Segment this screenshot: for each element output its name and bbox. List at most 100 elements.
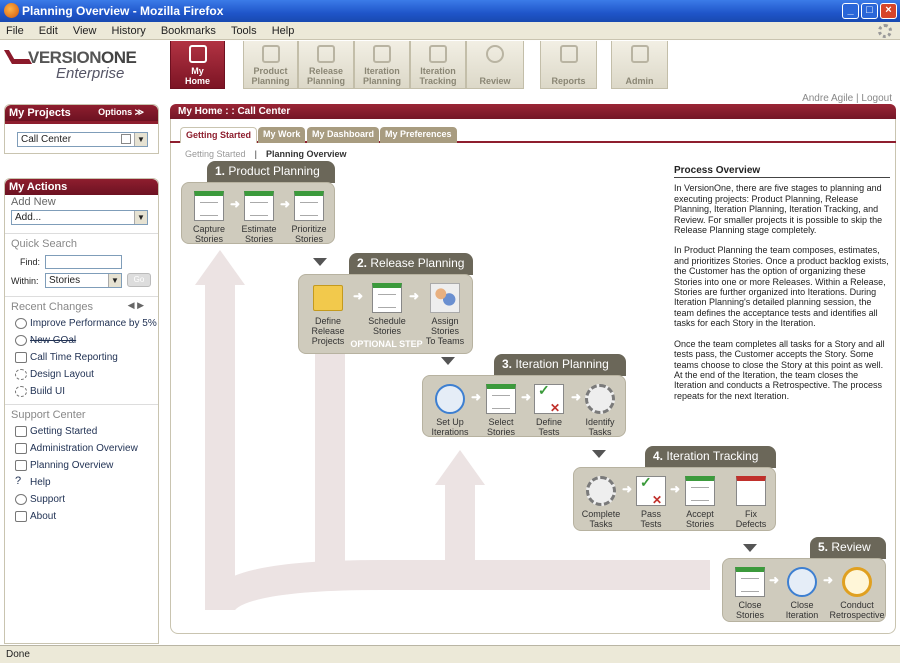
breadcrumb-separator: | — [254, 149, 257, 159]
refresh-icon — [435, 384, 465, 414]
nav-tab-admin[interactable]: Admin — [611, 41, 668, 89]
nav-tab-my-home[interactable]: My Home — [170, 41, 225, 89]
menu-file[interactable]: File — [0, 22, 30, 37]
arrow-down-icon — [743, 544, 757, 552]
logout-link[interactable]: Logout — [861, 93, 892, 104]
go-button[interactable]: Go — [127, 273, 151, 287]
project-select[interactable]: Call Center ▼ — [17, 132, 148, 147]
breadcrumb-getting-started[interactable]: Getting Started — [185, 149, 246, 159]
nav-tab-label: Planning — [251, 76, 290, 86]
maximize-button[interactable]: □ — [861, 3, 878, 19]
options-menu[interactable]: Options ≫ — [98, 107, 144, 118]
within-select[interactable]: Stories ▼ — [45, 273, 122, 288]
step-prioritize-stories[interactable]: Prioritize Stories — [286, 191, 332, 244]
story-icon — [194, 191, 224, 221]
menu-edit[interactable]: Edit — [33, 22, 64, 37]
recent-item[interactable]: Call Time Reporting — [5, 349, 158, 366]
nav-tab-label: My — [191, 66, 204, 76]
gear-icon — [585, 384, 615, 414]
within-select-value: Stories — [49, 275, 81, 286]
recent-changes-label: Recent Changes — [11, 301, 93, 313]
story-icon — [294, 191, 324, 221]
nav-tab-product-planning[interactable]: Product Planning — [243, 41, 298, 89]
support-item[interactable]: Administration Overview — [5, 440, 158, 457]
my-projects-title: My Projects — [9, 107, 71, 119]
menu-bookmarks[interactable]: Bookmarks — [155, 22, 222, 37]
support-item[interactable]: Getting Started — [5, 423, 158, 440]
folder-icon — [313, 285, 343, 311]
overview-paragraph: Once the team completes all tasks for a … — [674, 338, 885, 401]
story-icon — [244, 191, 274, 221]
arrow-down-icon — [441, 357, 455, 365]
nav-tab-iteration-tracking[interactable]: Iteration Tracking — [410, 41, 466, 89]
iteration-planning-icon — [373, 45, 391, 63]
chevron-down-icon[interactable]: ▼ — [134, 133, 147, 146]
nav-tab-iteration-planning[interactable]: Iteration Planning — [354, 41, 410, 89]
menu-history[interactable]: History — [106, 22, 152, 37]
step-select-stories[interactable]: Select Stories — [479, 384, 523, 437]
subtab-my-dashboard[interactable]: My Dashboard — [307, 127, 380, 143]
arrow-right-icon: ➜ — [769, 573, 780, 587]
recent-item[interactable]: Design Layout — [5, 366, 158, 383]
nav-tab-reports[interactable]: Reports — [540, 41, 597, 89]
nav-tab-review[interactable]: Review — [466, 41, 524, 89]
step-pass-tests[interactable]: PassTests — [630, 476, 672, 529]
chevron-down-icon[interactable]: ▼ — [134, 211, 147, 224]
minimize-button[interactable]: _ — [842, 3, 859, 19]
recent-item[interactable]: Build UI — [5, 383, 158, 400]
step-accept-stories[interactable]: Accept Stories — [676, 476, 724, 529]
story-icon — [685, 476, 715, 506]
menu-view[interactable]: View — [67, 22, 103, 37]
support-item[interactable]: Planning Overview — [5, 457, 158, 474]
people-icon — [15, 494, 27, 505]
subtab-my-preferences[interactable]: My Preferences — [380, 127, 457, 143]
user-name[interactable]: Andre Agile — [802, 93, 853, 104]
step-label: Stories — [372, 326, 401, 336]
step-label: Stories — [735, 610, 764, 620]
subtab-my-work[interactable]: My Work — [258, 127, 306, 143]
support-item[interactable]: Support — [5, 491, 158, 508]
versionone-logo[interactable]: VERSIONONE Enterprise — [3, 48, 158, 88]
menu-help[interactable]: Help — [266, 22, 301, 37]
binoculars-icon — [429, 45, 447, 63]
step-capture-stories[interactable]: Capture Stories — [188, 191, 230, 244]
hierarchy-icon — [15, 460, 27, 471]
retrospective-icon — [842, 567, 872, 597]
step-estimate-stories[interactable]: Estimate Stories — [238, 191, 280, 244]
step-schedule-stories[interactable]: Schedule Stories — [363, 283, 411, 336]
step-close-iteration[interactable]: Close Iteration — [779, 567, 825, 620]
recent-nav-arrows-icon[interactable]: ◀ ▶ — [128, 300, 144, 311]
step-set-up-iterations[interactable]: Set Up Iterations — [425, 384, 475, 437]
support-item[interactable]: About — [5, 508, 158, 525]
nav-tab-label: Reports — [551, 76, 586, 86]
nav-tab-release-planning[interactable]: Release Planning — [298, 41, 354, 89]
find-input[interactable] — [45, 255, 122, 269]
step-fix-defects[interactable]: Fix Defects — [728, 476, 774, 529]
step-complete-tasks[interactable]: Complete Tasks — [576, 476, 626, 529]
step-define-release-projects[interactable]: Define Release Projects — [301, 283, 355, 346]
recent-item[interactable]: Improve Performance by 5% — [5, 315, 158, 332]
optional-step-label: OPTIONAL STEP — [350, 339, 423, 349]
support-item[interactable]: ? Help — [5, 474, 158, 491]
add-new-select[interactable]: Add... ▼ — [11, 210, 148, 225]
step-close-stories[interactable]: Close Stories — [727, 567, 773, 620]
menu-tools[interactable]: Tools — [225, 22, 263, 37]
step-assign-stories-to-teams[interactable]: Assign Stories To Teams — [417, 283, 473, 346]
step-label: Accept — [686, 509, 714, 519]
close-button[interactable]: × — [880, 3, 897, 19]
stage-name: Review — [831, 540, 871, 554]
support-item-label: Getting Started — [30, 426, 98, 437]
refresh-icon — [787, 567, 817, 597]
recent-item[interactable]: New GOal — [5, 332, 158, 349]
subtab-getting-started[interactable]: Getting Started — [180, 127, 258, 143]
step-conduct-retrospective[interactable]: Conduct Retrospective — [829, 567, 885, 620]
arrow-right-icon: ➜ — [353, 289, 364, 303]
step-define-tests[interactable]: DefineTests — [527, 384, 571, 437]
step-label: Identify — [585, 417, 615, 427]
step-identify-tasks[interactable]: Identify Tasks — [577, 384, 623, 437]
project-tree-icon[interactable] — [121, 134, 131, 144]
chevron-down-icon[interactable]: ▼ — [108, 274, 121, 287]
process-overview-title: Process Overview — [674, 165, 890, 179]
quick-search-label: Quick Search — [11, 238, 78, 250]
story-icon — [15, 318, 27, 329]
